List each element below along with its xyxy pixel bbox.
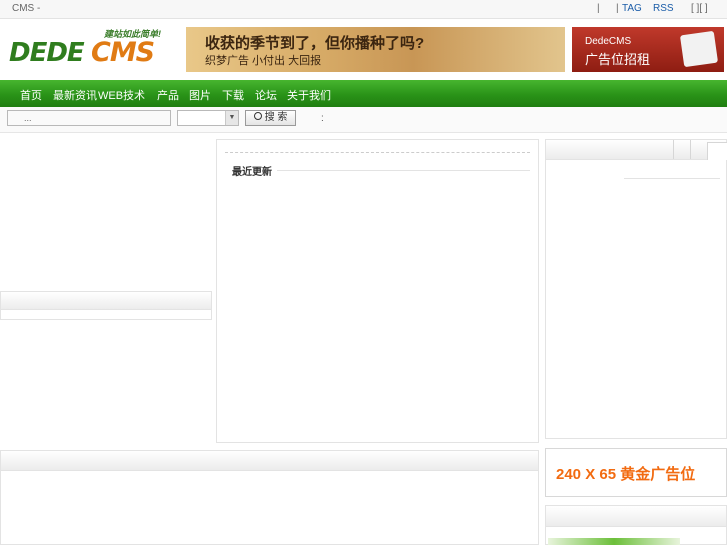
right-tab-panel — [545, 139, 727, 439]
search-type-select[interactable]: ▼ — [177, 110, 239, 126]
bottom-right-panel-header — [545, 505, 727, 527]
main-nav: 首页 最新资讯 WEB技术 产品 图片 下载 论坛 关于我们 — [0, 80, 727, 107]
tab-3[interactable] — [707, 142, 727, 160]
logo-brand-right: CMS — [91, 37, 155, 68]
nav-item-about[interactable]: 关于我们 — [287, 87, 331, 103]
topbar-separator: | — [616, 3, 619, 14]
side-ad-banner[interactable]: DedeCMS 广告位招租 — [572, 27, 724, 72]
nav-item-home[interactable]: 首页 — [20, 87, 42, 103]
side-banner-text: 广告位招租 — [585, 52, 651, 67]
nav-item-news[interactable]: 最新资讯 — [53, 87, 97, 103]
logo-brand-left: DEDE — [9, 38, 85, 68]
divider — [277, 170, 530, 171]
topbar-brackets: [ ][ ] — [691, 3, 708, 14]
bottom-right-panel-body — [545, 527, 727, 545]
search-input[interactable]: ... — [7, 110, 171, 126]
search-button-label: 搜 索 — [264, 112, 288, 123]
green-ad-strip[interactable] — [548, 538, 680, 545]
nav-item-products[interactable]: 产品 — [157, 87, 179, 103]
gold-ad-text: 240 X 65 黄金广告位 — [556, 466, 696, 483]
search-icon — [253, 112, 262, 120]
rss-link[interactable]: RSS — [653, 3, 674, 14]
nav-item-forum[interactable]: 论坛 — [255, 87, 277, 103]
site-logo[interactable]: 建站如此简单! DEDE CMS — [9, 27, 169, 71]
left-panel-header — [0, 291, 212, 310]
side-banner-brand: DedeCMS — [585, 36, 632, 47]
latest-updates-title: 最近更新 — [232, 167, 272, 178]
latest-updates-panel: 最近更新 — [216, 139, 539, 443]
tab-1[interactable] — [673, 140, 690, 159]
divider — [225, 152, 530, 153]
nav-item-web[interactable]: WEB技术 — [98, 87, 145, 103]
divider — [624, 178, 720, 179]
nav-item-images[interactable]: 图片 — [189, 87, 211, 103]
site-title: CMS - — [12, 3, 41, 14]
banner-subline: 织梦广告 小付出 大回报 — [205, 55, 322, 67]
bottom-content-panel — [0, 450, 539, 545]
top-bar: CMS - | | TAG RSS [ ][ ] — [0, 0, 727, 19]
search-bar: ... ▼ 搜 索 : — [0, 107, 727, 133]
gold-ad-slot[interactable]: 240 X 65 黄金广告位 — [545, 448, 727, 497]
nav-item-downloads[interactable]: 下载 — [222, 87, 244, 103]
billboard-icon — [679, 30, 719, 68]
header-ad-banner[interactable]: 收获的季节到了，但你播种了吗? 织梦广告 小付出 大回报 — [186, 27, 565, 72]
chevron-down-icon: ▼ — [225, 111, 238, 125]
tab-2[interactable] — [690, 140, 707, 159]
search-button[interactable]: 搜 索 — [245, 110, 296, 126]
bottom-panel-header — [1, 451, 538, 471]
topbar-separator: | — [597, 3, 600, 14]
right-panel-tabs — [546, 140, 727, 160]
search-hotwords-label: : — [321, 113, 324, 124]
banner-headline: 收获的季节到了，但你播种了吗? — [205, 35, 425, 52]
tag-link[interactable]: TAG — [622, 3, 642, 14]
left-panel-body — [0, 310, 212, 320]
